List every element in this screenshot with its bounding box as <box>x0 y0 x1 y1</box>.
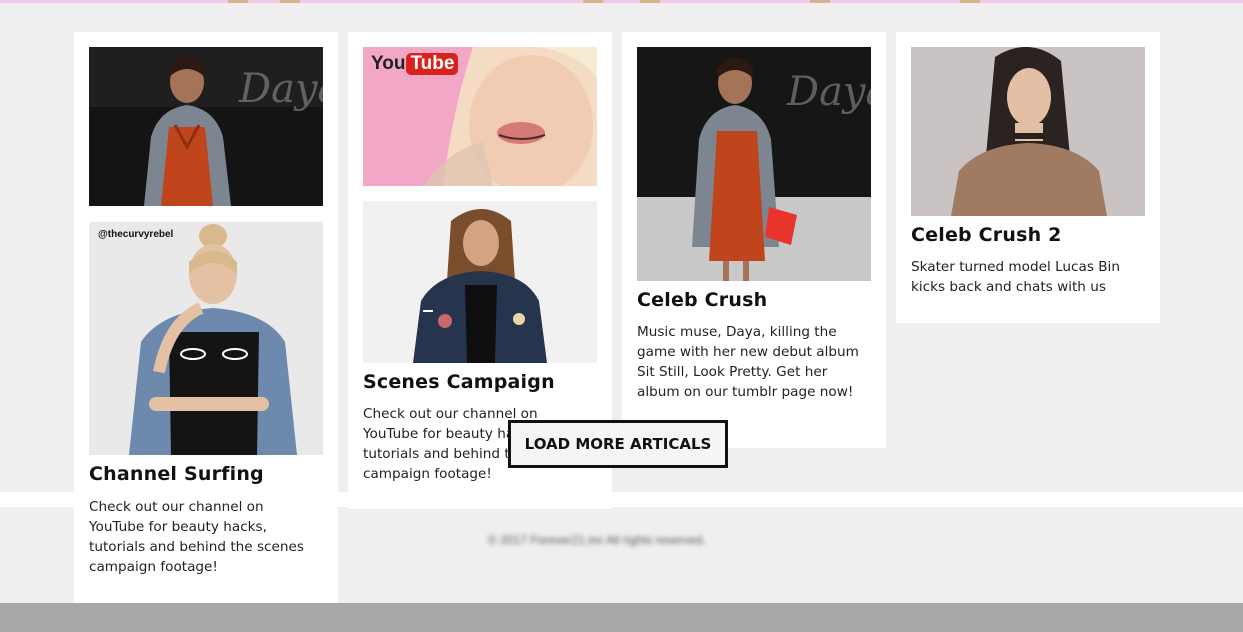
article-image-choker-model[interactable] <box>911 47 1145 216</box>
footer-bar <box>0 603 1243 632</box>
photo-choker-model <box>911 47 1145 216</box>
article-description: Skater turned model Lucas Bin kicks back… <box>911 259 1120 295</box>
article-card-channel-surfing[interactable]: Daya @thecurvyrebel Channel Surfing Chec… <box>74 32 338 603</box>
top-strip-decoration <box>810 0 830 3</box>
article-description: Check out our channel on YouTube for bea… <box>89 499 304 575</box>
article-title[interactable]: Celeb Crush 2 <box>911 224 1062 246</box>
article-card-celeb-crush-2[interactable]: Celeb Crush 2 Skater turned model Lucas … <box>896 32 1160 323</box>
photo-backdrop-text: Daya <box>238 66 323 112</box>
youtube-logo-you: You <box>371 53 406 74</box>
article-image-daya[interactable]: Daya <box>637 47 871 281</box>
article-image-youtube-makeup[interactable]: You Tube <box>363 47 597 186</box>
photo-curvy-rebel <box>89 222 323 455</box>
youtube-logo-tube: Tube <box>406 53 459 75</box>
article-title[interactable]: Scenes Campaign <box>363 371 555 393</box>
footer-copyright: © 2017 Forever21.inc All rights reserved… <box>488 533 706 547</box>
article-title[interactable]: Celeb Crush <box>637 289 767 311</box>
photo-daya-full: Daya <box>637 47 871 281</box>
article-image-curvy-rebel[interactable]: @thecurvyrebel <box>89 222 323 455</box>
photo-bomber-jacket <box>363 201 597 363</box>
youtube-logo-icon: You Tube <box>371 53 459 75</box>
photo-handle-text: @thecurvyrebel <box>98 229 174 240</box>
photo-daya-event: Daya <box>89 47 323 206</box>
top-strip-decoration <box>583 0 603 3</box>
article-image-daya-event[interactable]: Daya <box>89 47 323 206</box>
article-title[interactable]: Channel Surfing <box>89 463 264 485</box>
top-accent-strip <box>0 0 1243 3</box>
top-strip-decoration <box>228 0 248 3</box>
top-strip-decoration <box>640 0 660 3</box>
load-more-button[interactable]: LOAD MORE ARTICALS <box>508 420 728 468</box>
photo-backdrop-text: Daya <box>786 69 871 115</box>
top-strip-decoration <box>280 0 300 3</box>
article-image-bomber-jacket[interactable] <box>363 201 597 363</box>
top-strip-decoration <box>960 0 980 3</box>
article-description: Music muse, Daya, killing the game with … <box>637 324 859 400</box>
article-card-celeb-crush[interactable]: Daya Celeb Crush Music muse, Daya, killi… <box>622 32 886 448</box>
